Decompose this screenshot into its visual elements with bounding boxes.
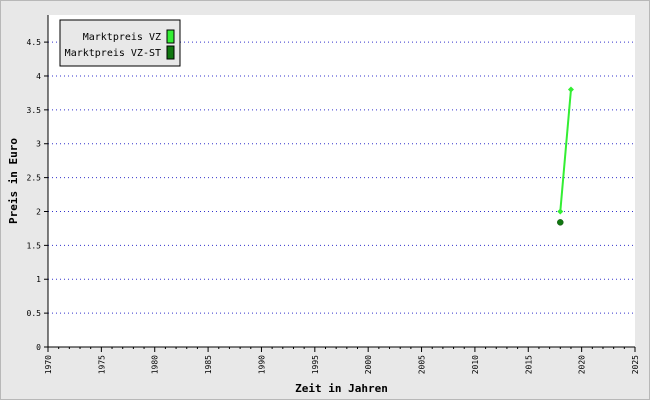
y-tick-label: 4 — [36, 72, 41, 81]
y-tick-label: 0 — [36, 343, 41, 352]
x-tick-label: 2015 — [524, 355, 533, 374]
data-point — [557, 219, 564, 226]
y-tick-label: 1 — [36, 275, 41, 284]
x-tick-label: 2010 — [471, 355, 480, 374]
x-tick-label: 1975 — [97, 355, 106, 374]
x-tick-label: 2005 — [418, 355, 427, 374]
x-tick-label: 2000 — [364, 355, 373, 374]
x-tick-label: 1970 — [44, 355, 53, 374]
y-tick-label: 4.5 — [27, 38, 42, 47]
line-chart: 0 0.5 1 1.5 2 2.5 3 3.5 4 4.5 1970 1975 1980 1985 1990… — [7, 15, 640, 395]
x-tick-label: 1990 — [257, 355, 266, 374]
legend-label: Marktpreis VZ-ST — [65, 48, 161, 59]
y-axis-title: Preis in Euro — [7, 138, 20, 224]
legend-label: Marktpreis VZ — [83, 32, 161, 43]
y-tick-label: 3 — [36, 140, 41, 149]
x-tick-label: 1985 — [204, 355, 213, 374]
x-tick-label: 1980 — [151, 355, 160, 374]
y-tick-label: 3.5 — [27, 106, 42, 115]
x-tick-label: 1995 — [311, 355, 320, 374]
x-tick-label: 2025 — [631, 355, 640, 374]
legend-swatch — [166, 45, 175, 60]
y-tick-label: 1.5 — [27, 241, 42, 250]
y-tick-label: 2 — [36, 207, 41, 216]
legend: Marktpreis VZ Marktpreis VZ-ST — [59, 19, 181, 67]
legend-box — [59, 19, 181, 67]
legend-swatch — [166, 29, 175, 44]
x-tick-label: 2020 — [578, 355, 587, 374]
y-tick-label: 0.5 — [27, 309, 42, 318]
x-axis-title: Zeit in Jahren — [295, 382, 388, 395]
y-tick-label: 2.5 — [27, 174, 42, 183]
